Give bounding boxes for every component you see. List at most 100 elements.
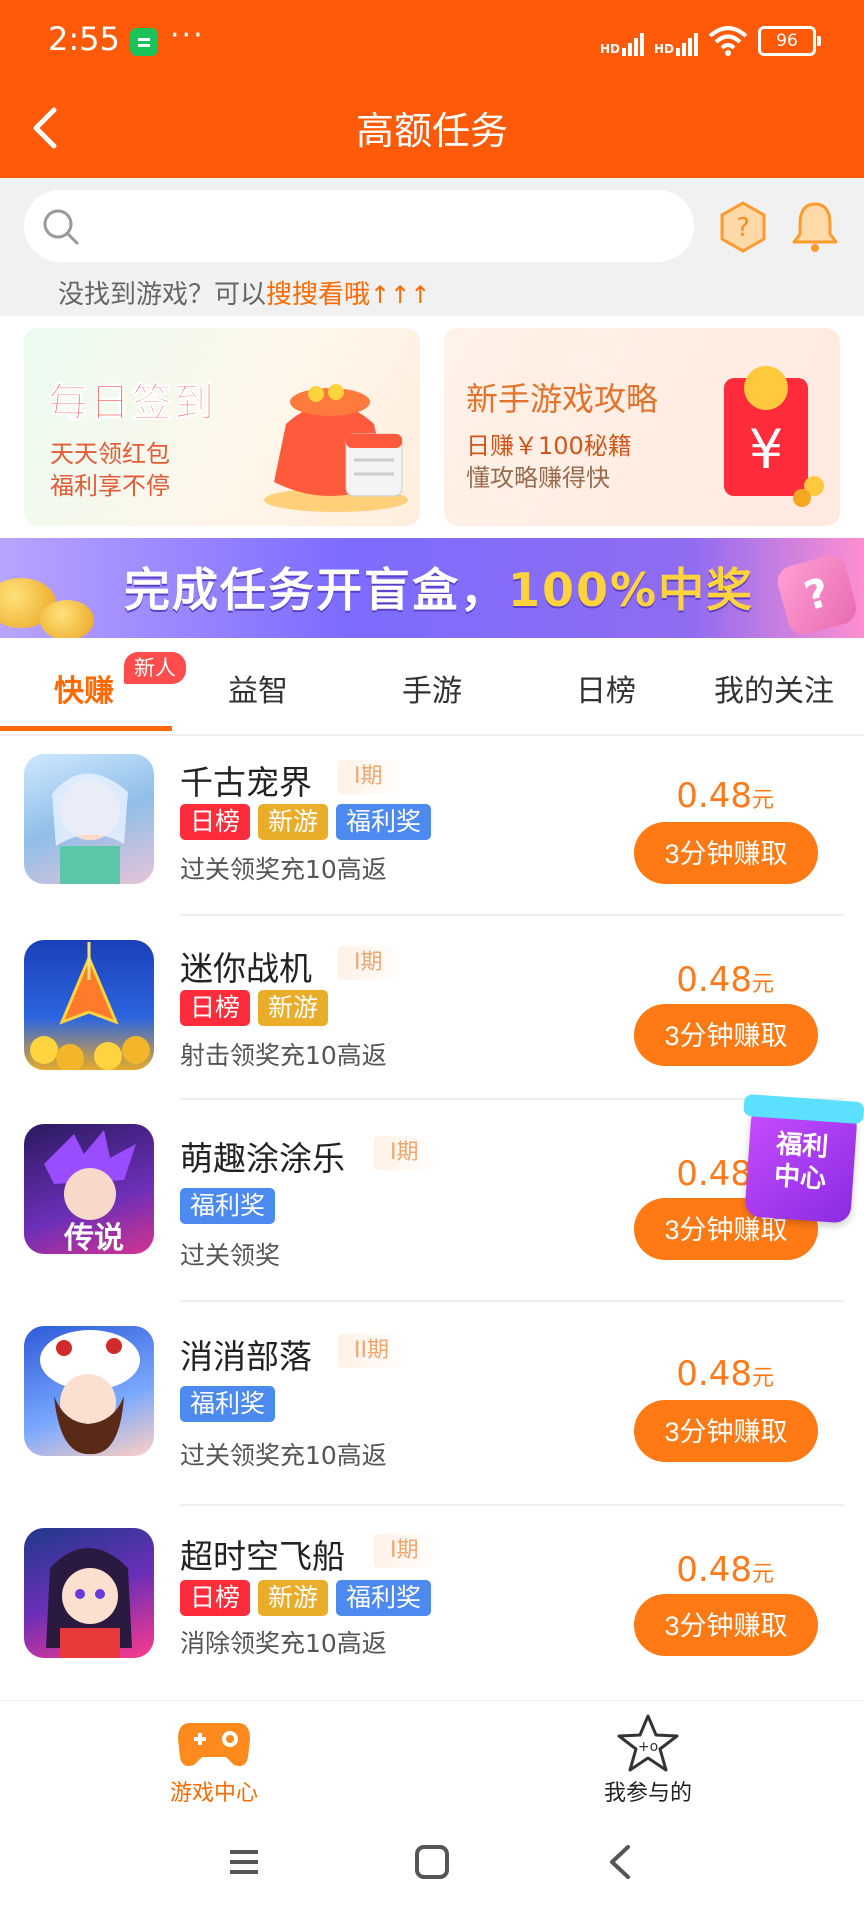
search-icon	[43, 209, 79, 245]
gamepad-icon	[178, 1723, 250, 1766]
tag-list: 日榜 新游 福利奖	[180, 804, 432, 840]
mystery-box-icon: ?	[774, 552, 860, 638]
reward-amount: 0.48元	[676, 776, 774, 816]
nav-label: 游戏中心	[170, 1781, 259, 1806]
blind-box-banner[interactable]: 完成任务开盲盒，100%中奖 ?	[0, 538, 864, 638]
tab-mobile-games[interactable]: 手游	[402, 666, 462, 710]
tag-list: 福利奖	[180, 1188, 276, 1224]
game-description: 过关领奖	[180, 1241, 281, 1270]
game-name: 千古宠界	[180, 763, 312, 802]
game-name: 迷你战机	[180, 949, 312, 988]
newbie-guide-card[interactable]: 新手游戏攻略 日赚￥100秘籍 懂攻略赚得快 ¥	[444, 328, 840, 526]
promo-title: 新手游戏攻略	[466, 380, 659, 418]
top-bar: 2:55 ··· HD HD 96 高额任务	[0, 0, 864, 178]
game-name: 消消部落	[180, 1337, 312, 1376]
row-divider	[180, 1504, 844, 1506]
promo-title: 每日签到	[48, 380, 216, 427]
earn-button[interactable]: 3分钟赚取	[634, 1004, 818, 1066]
wifi-icon	[708, 26, 748, 56]
period-badge: I期	[338, 946, 403, 980]
tag-daily-rank: 日榜	[180, 804, 251, 840]
search-input[interactable]	[24, 190, 694, 262]
tag-daily-rank: 日榜	[180, 990, 251, 1026]
period-badge: II期	[338, 1334, 409, 1368]
svg-text:传说: 传说	[63, 1221, 124, 1254]
game-icon	[24, 1528, 154, 1658]
system-nav-bar	[0, 1810, 864, 1920]
nav-my-participation[interactable]: +o 我参与的	[584, 1701, 714, 1811]
tag-list: 日榜 新游	[180, 990, 329, 1026]
page-title: 高额任务	[355, 109, 508, 153]
menu-icon[interactable]	[226, 1844, 262, 1880]
reward-amount: 0.48元	[676, 1550, 774, 1590]
search-section: ? 没找到游戏？可以搜搜看哦↑↑↑	[0, 178, 864, 316]
game-icon	[24, 754, 154, 884]
category-tabs: 快赚 新人 益智 手游 日榜 我的关注	[0, 638, 864, 736]
help-icon[interactable]: ?	[716, 200, 770, 254]
coin-decoration	[40, 600, 94, 638]
game-name: 萌趣涂涂乐	[180, 1139, 345, 1178]
tab-daily-rank[interactable]: 日榜	[576, 666, 636, 710]
arrows-icon: ↑↑↑	[370, 281, 431, 309]
welfare-center-float[interactable]: 福利 中心	[744, 1104, 858, 1224]
game-icon	[24, 940, 154, 1070]
game-description: 射击领奖充10高返	[180, 1041, 387, 1070]
tag-new-game: 新游	[258, 804, 329, 840]
signal-icon-2: HD	[654, 26, 698, 56]
row-divider	[180, 1300, 844, 1302]
bell-icon[interactable]	[788, 198, 842, 254]
tag-list: 福利奖	[180, 1386, 276, 1422]
game-row[interactable]: 迷你战机 I期 日榜 新游 射击领奖充10高返 0.48元 3分钟赚取	[0, 934, 864, 1118]
tag-bonus: 福利奖	[180, 1188, 276, 1224]
svg-text:+o: +o	[638, 1739, 658, 1755]
banner-text: 完成任务开盲盒，100%中奖	[124, 563, 755, 617]
tag-new-game: 新游	[258, 990, 329, 1026]
nav-label: 我参与的	[604, 1781, 693, 1806]
tag-list: 日榜 新游 福利奖	[180, 1580, 432, 1616]
search-hint-link[interactable]: 搜搜看哦	[266, 280, 370, 310]
promo-line: 福利享不停	[50, 472, 170, 500]
new-user-badge: 新人	[124, 652, 186, 684]
earn-button[interactable]: 3分钟赚取	[634, 1594, 818, 1656]
promo-line: 天天领红包	[50, 440, 170, 468]
daily-checkin-card[interactable]: 每日签到 天天领红包 福利享不停	[24, 328, 420, 526]
tab-indicator	[0, 726, 172, 731]
red-envelope-icon: ¥	[724, 366, 824, 507]
money-bag-icon	[264, 384, 408, 512]
game-description: 过关领奖充10高返	[180, 855, 387, 884]
period-badge: I期	[338, 760, 403, 794]
tag-new-game: 新游	[258, 1580, 329, 1616]
game-row[interactable]: 超时空飞船 I期 日榜 新游 福利奖 消除领奖充10高返 0.48元 3分钟赚取	[0, 1524, 864, 1700]
game-description: 过关领奖充10高返	[180, 1441, 387, 1470]
star-icon: +o	[617, 1714, 679, 1772]
status-indicators: HD HD 96	[600, 26, 821, 56]
reward-amount: 0.48元	[676, 960, 774, 1000]
game-icon	[24, 1326, 154, 1456]
home-icon[interactable]	[412, 1842, 452, 1882]
earn-button[interactable]: 3分钟赚取	[634, 1400, 818, 1462]
tab-quick-earn[interactable]: 快赚	[54, 666, 114, 710]
nav-game-center[interactable]: 游戏中心	[150, 1701, 280, 1811]
tag-bonus: 福利奖	[180, 1386, 276, 1422]
row-divider	[180, 914, 844, 916]
search-hint: 没找到游戏？可以搜搜看哦↑↑↑	[58, 280, 431, 310]
game-description: 消除领奖充10高返	[180, 1629, 387, 1658]
game-name: 超时空飞船	[180, 1537, 345, 1576]
tab-my-follows[interactable]: 我的关注	[714, 666, 834, 710]
earn-button[interactable]: 3分钟赚取	[634, 822, 818, 884]
battery-icon: 96	[758, 26, 821, 56]
tab-puzzle[interactable]: 益智	[228, 666, 288, 710]
svg-text:¥: ¥	[749, 418, 783, 481]
tag-daily-rank: 日榜	[180, 1580, 251, 1616]
game-row[interactable]: 消消部落 II期 福利奖 过关领奖充10高返 0.48元 3分钟赚取	[0, 1320, 864, 1504]
message-app-icon	[130, 28, 158, 56]
game-icon: 传说	[24, 1124, 154, 1254]
back-nav-icon[interactable]	[600, 1842, 640, 1882]
game-row[interactable]: 传说 萌趣涂涂乐 I期 福利奖 过关领奖 0.48元 3分钟赚取	[0, 1118, 864, 1302]
promo-line: 日赚￥100秘籍	[466, 432, 632, 460]
bottom-nav: 游戏中心 +o 我参与的	[0, 1700, 864, 1811]
game-row[interactable]: 千古宠界 I期 日榜 新游 福利奖 过关领奖充10高返 0.48元 3分钟赚取	[0, 750, 864, 934]
period-badge: I期	[374, 1534, 439, 1568]
tag-bonus: 福利奖	[336, 1580, 432, 1616]
status-time: 2:55	[48, 20, 120, 58]
